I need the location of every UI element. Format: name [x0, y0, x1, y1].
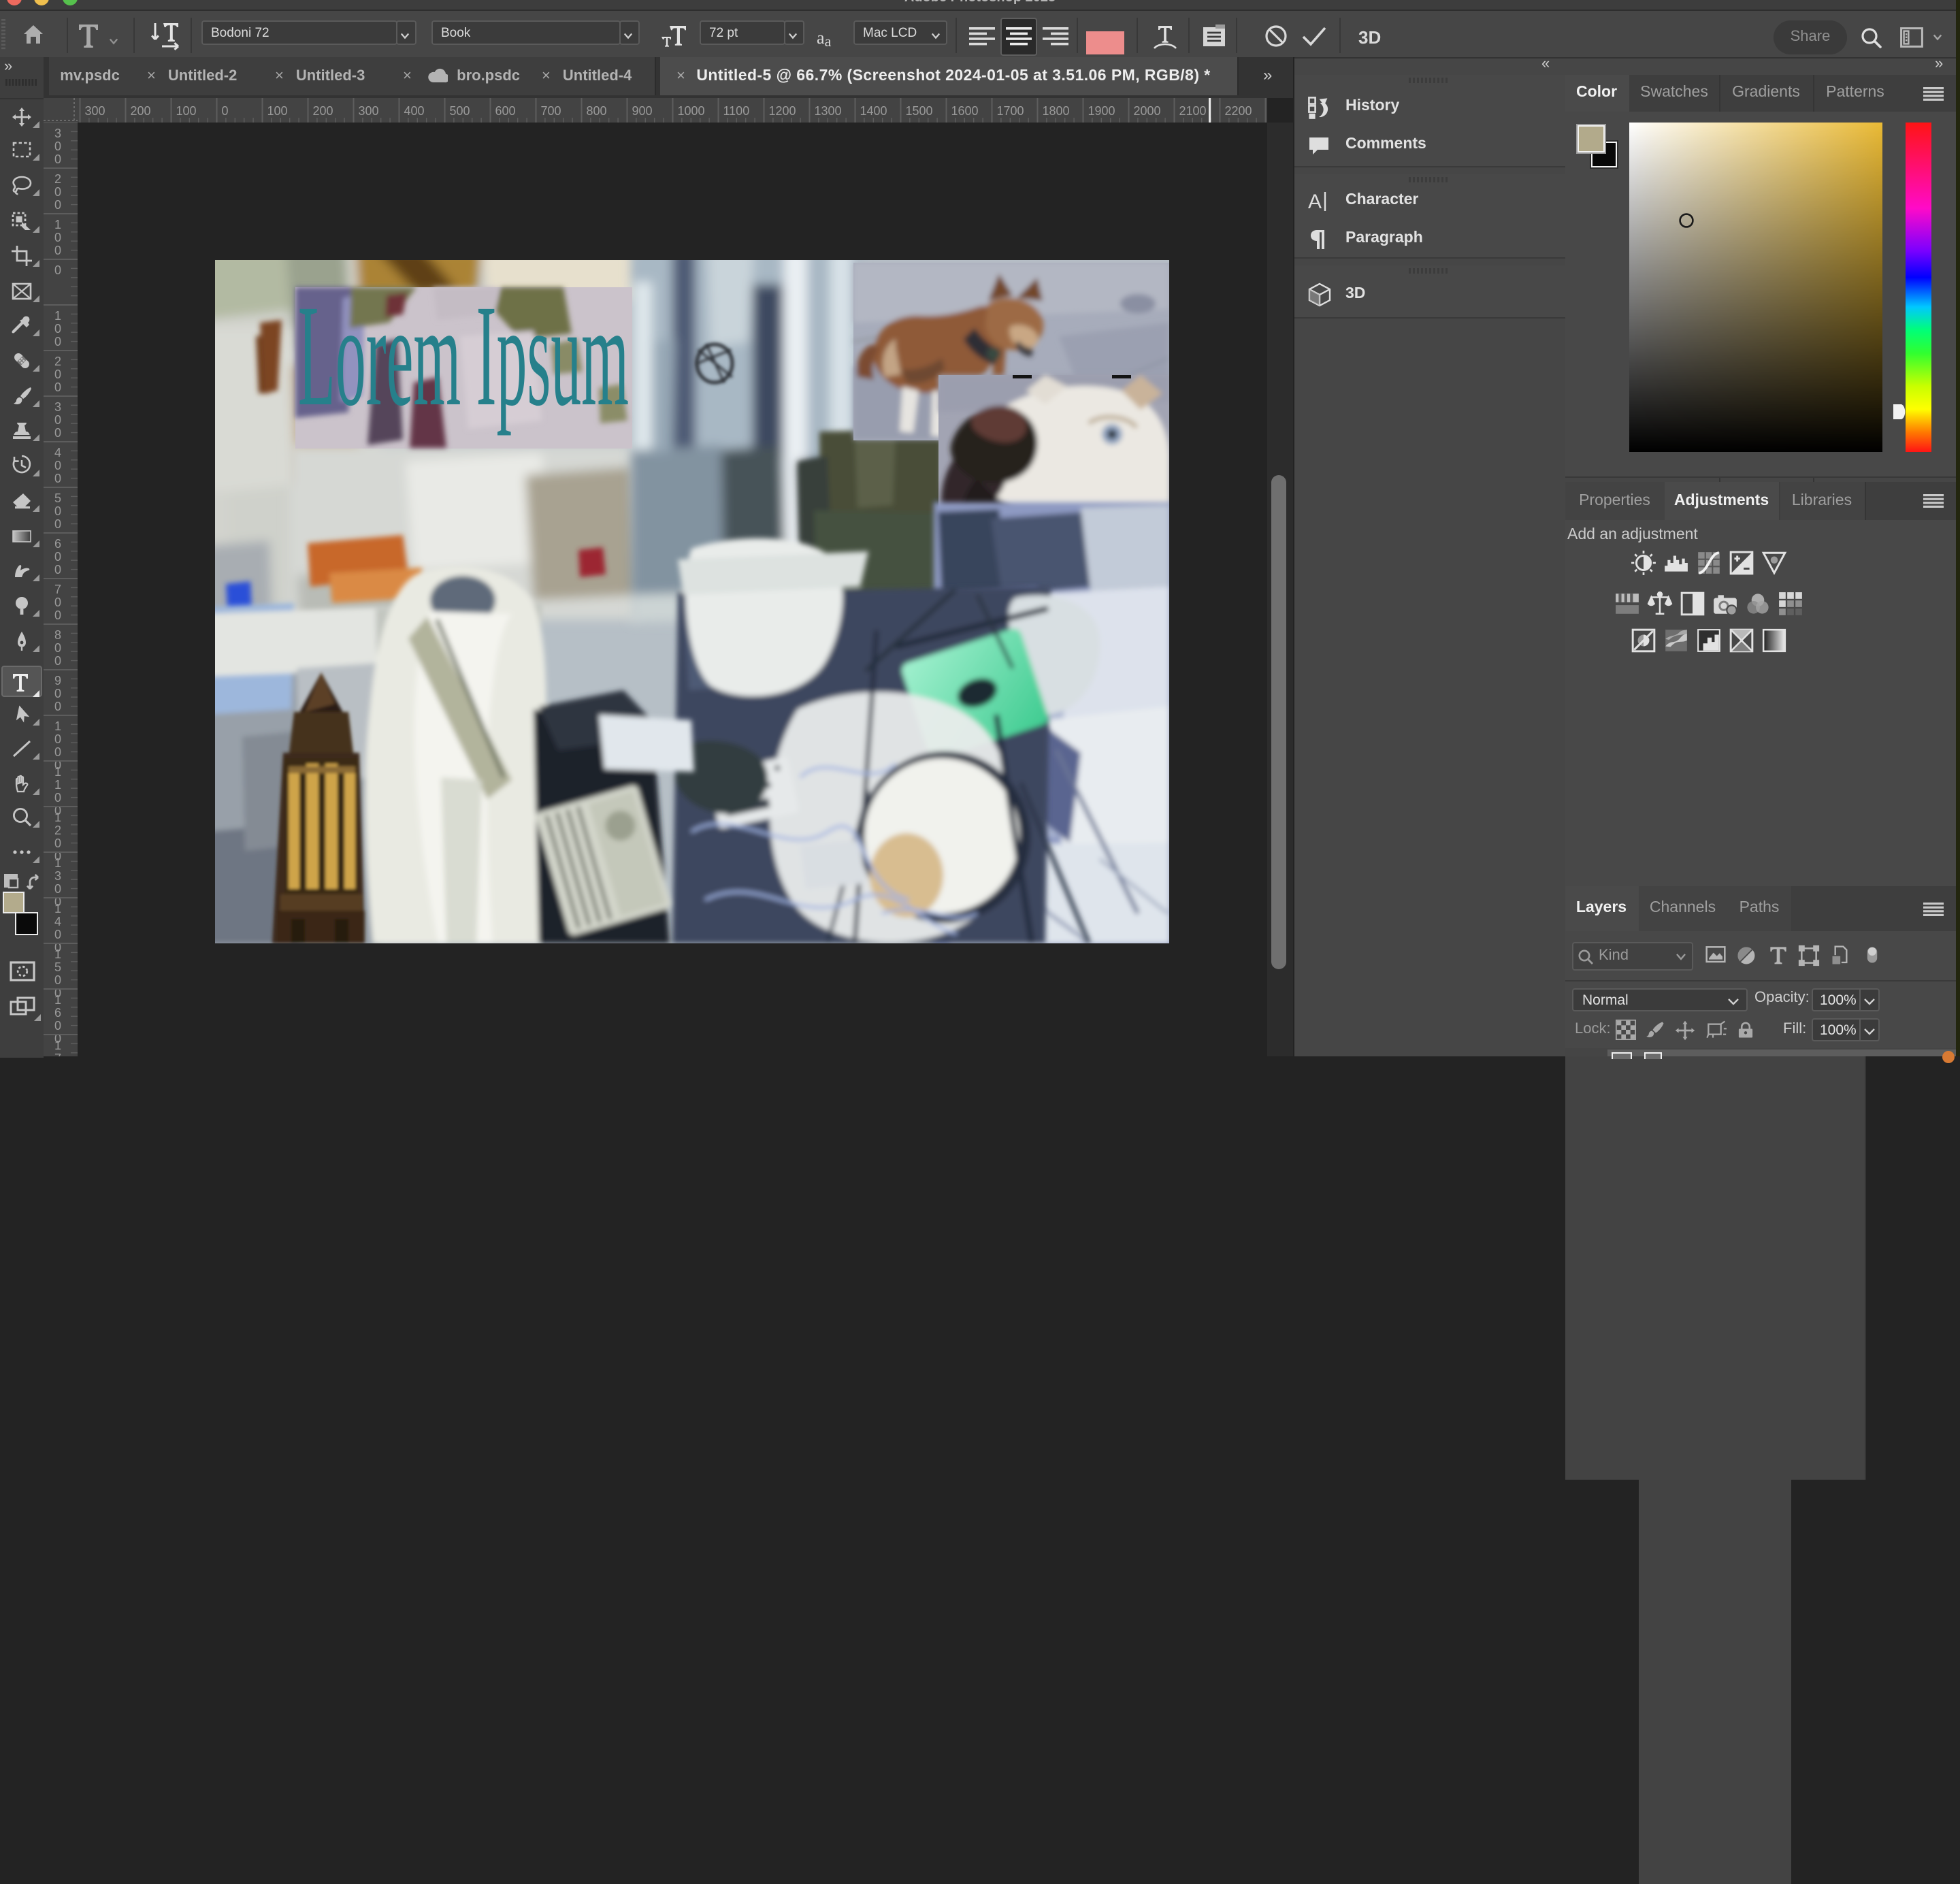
svg-text:4: 4 [54, 446, 61, 459]
svg-text:2200: 2200 [1225, 103, 1252, 117]
svg-text:700: 700 [541, 103, 561, 117]
svg-text:1: 1 [54, 778, 61, 792]
svg-text:1200: 1200 [769, 103, 796, 117]
svg-text:1000: 1000 [678, 103, 705, 117]
svg-text:800: 800 [587, 103, 607, 117]
svg-text:200: 200 [131, 103, 151, 117]
svg-text:2: 2 [54, 355, 61, 368]
svg-text:0: 0 [54, 550, 61, 564]
svg-text:0: 0 [54, 837, 61, 850]
svg-text:0: 0 [54, 641, 61, 655]
svg-text:0: 0 [54, 322, 61, 336]
svg-text:1: 1 [54, 902, 61, 915]
svg-text:0: 0 [222, 103, 229, 117]
svg-text:0: 0 [54, 413, 61, 427]
svg-text:0: 0 [54, 973, 61, 987]
svg-text:2: 2 [54, 824, 61, 837]
svg-text:1: 1 [54, 811, 61, 824]
svg-text:0: 0 [54, 140, 61, 153]
svg-text:5: 5 [54, 960, 61, 974]
svg-text:1600: 1600 [951, 103, 979, 117]
svg-text:6: 6 [54, 537, 61, 551]
svg-text:3: 3 [54, 400, 61, 414]
svg-text:3: 3 [54, 127, 61, 140]
svg-text:8: 8 [54, 628, 61, 642]
svg-text:0: 0 [54, 608, 61, 622]
svg-text:0: 0 [54, 687, 61, 700]
svg-text:0: 0 [54, 791, 61, 805]
svg-text:2000: 2000 [1134, 103, 1161, 117]
svg-text:300: 300 [85, 103, 105, 117]
svg-text:0: 0 [54, 517, 61, 531]
svg-text:7: 7 [54, 1052, 61, 1056]
svg-text:1: 1 [54, 218, 61, 231]
svg-text:9: 9 [54, 674, 61, 687]
svg-text:0: 0 [54, 472, 61, 485]
svg-text:0: 0 [54, 928, 61, 941]
svg-text:1900: 1900 [1088, 103, 1115, 117]
svg-text:1800: 1800 [1043, 103, 1070, 117]
svg-text:0: 0 [54, 152, 61, 166]
svg-text:1700: 1700 [997, 103, 1024, 117]
svg-text:1100: 1100 [723, 103, 750, 117]
svg-text:400: 400 [404, 103, 425, 117]
svg-text:0: 0 [54, 380, 61, 394]
svg-text:4: 4 [54, 915, 61, 928]
svg-text:0: 0 [54, 426, 61, 440]
svg-text:1300: 1300 [815, 103, 842, 117]
svg-text:1: 1 [54, 1039, 61, 1052]
svg-text:0: 0 [54, 231, 61, 244]
svg-text:100: 100 [267, 103, 288, 117]
svg-text:7: 7 [54, 583, 61, 596]
svg-text:0: 0 [54, 459, 61, 472]
svg-text:600: 600 [495, 103, 516, 117]
svg-text:2: 2 [54, 172, 61, 186]
svg-text:0: 0 [54, 185, 61, 199]
svg-text:0: 0 [54, 745, 61, 759]
svg-text:1400: 1400 [860, 103, 887, 117]
svg-text:0: 0 [54, 654, 61, 668]
svg-text:0: 0 [54, 596, 61, 609]
svg-text:0: 0 [54, 504, 61, 518]
svg-text:3: 3 [54, 869, 61, 883]
svg-text:1500: 1500 [906, 103, 933, 117]
svg-text:0: 0 [54, 263, 61, 277]
svg-text:2100: 2100 [1179, 103, 1207, 117]
svg-text:0: 0 [54, 368, 61, 381]
svg-text:500: 500 [450, 103, 470, 117]
svg-text:0: 0 [54, 198, 61, 212]
svg-text:1: 1 [54, 856, 61, 870]
svg-text:1: 1 [54, 765, 61, 779]
svg-text:200: 200 [313, 103, 333, 117]
svg-text:300: 300 [359, 103, 379, 117]
svg-text:100: 100 [176, 103, 197, 117]
svg-text:1: 1 [54, 947, 61, 961]
svg-text:5: 5 [54, 491, 61, 505]
svg-text:1: 1 [54, 309, 61, 323]
svg-text:Lorem Ipsum: Lorem Ipsum [297, 274, 628, 436]
svg-text:0: 0 [54, 700, 61, 713]
svg-text:6: 6 [54, 1006, 61, 1020]
svg-text:0: 0 [54, 563, 61, 576]
svg-text:1: 1 [54, 719, 61, 733]
svg-text:0: 0 [54, 335, 61, 348]
svg-text:900: 900 [632, 103, 653, 117]
svg-text:0: 0 [54, 1019, 61, 1033]
svg-text:0: 0 [54, 882, 61, 896]
svg-text:0: 0 [54, 244, 61, 257]
svg-text:1: 1 [54, 993, 61, 1007]
svg-text:0: 0 [54, 732, 61, 746]
